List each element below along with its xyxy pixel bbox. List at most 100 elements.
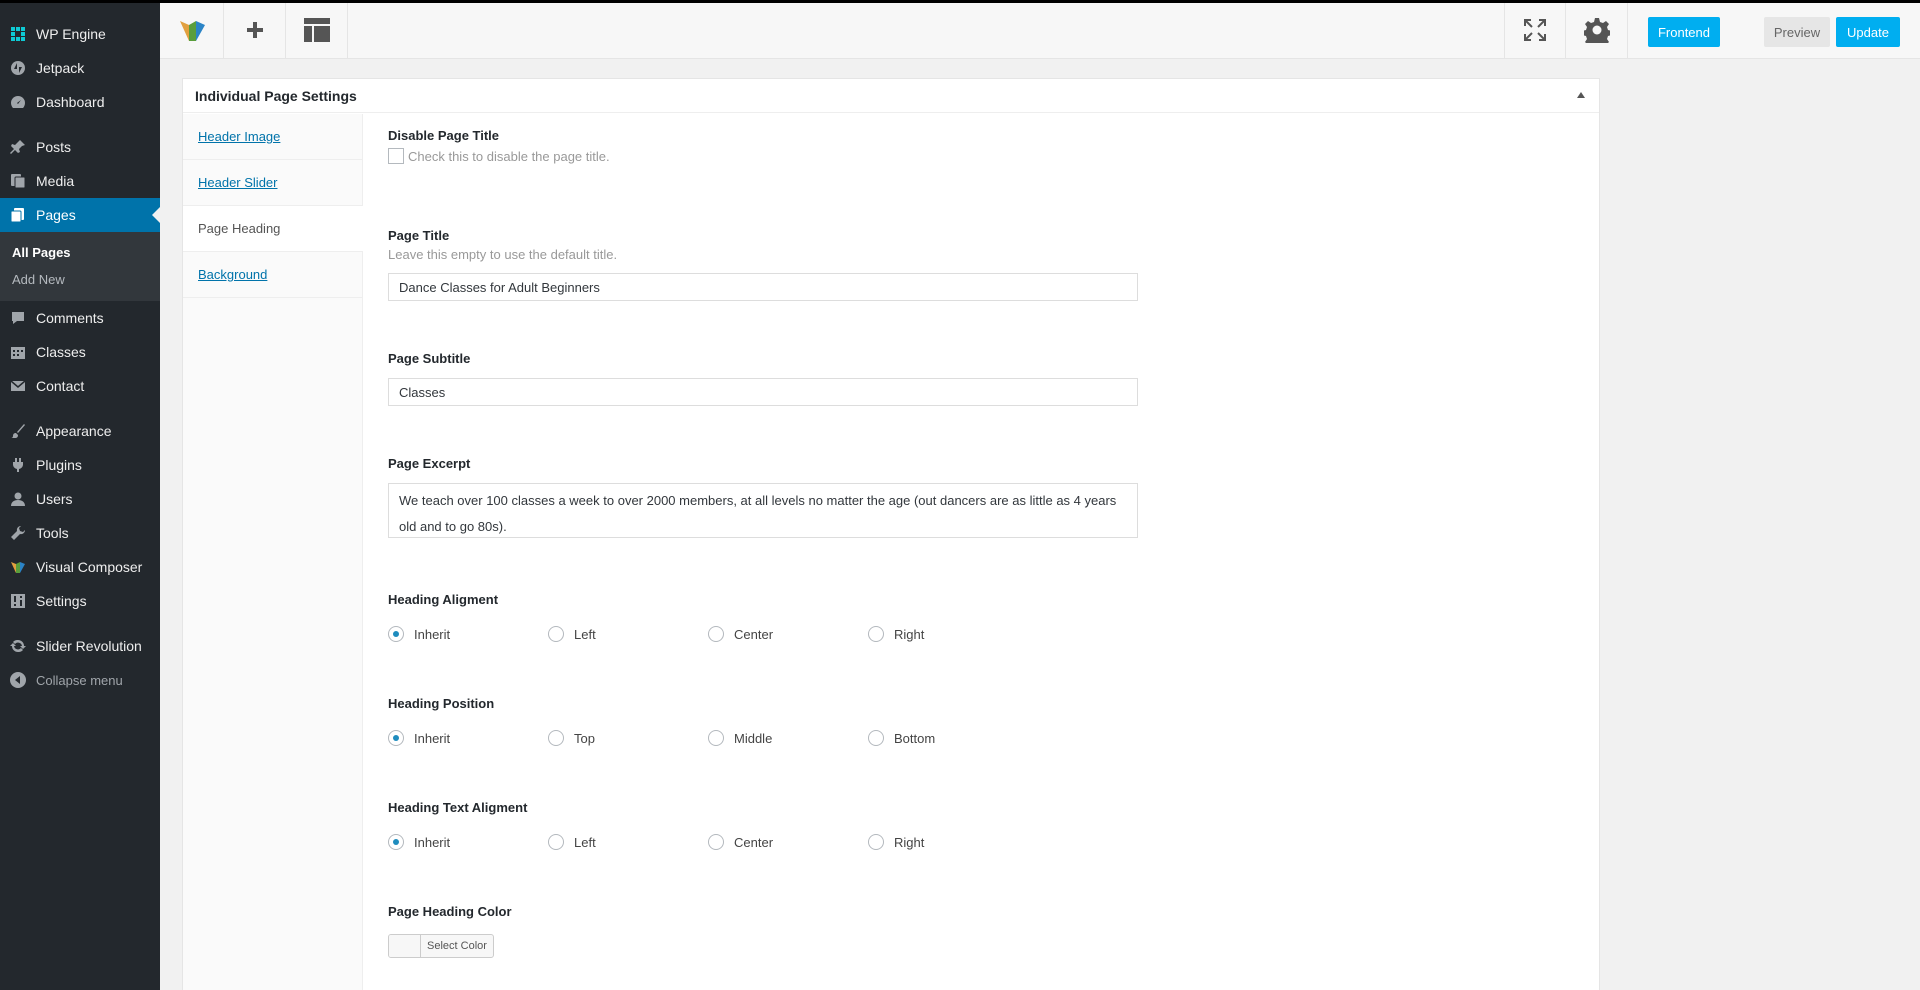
dashboard-icon <box>10 94 26 110</box>
heading-alignment-radios: Inherit Left Center Right <box>388 626 1028 642</box>
radio-button[interactable] <box>388 626 404 642</box>
sidebar-item-classes[interactable]: Classes <box>0 335 160 369</box>
radio-button[interactable] <box>388 834 404 850</box>
sidebar-item-wp-engine[interactable]: WP Engine <box>0 17 160 51</box>
comment-icon <box>10 310 26 326</box>
tab-page-heading[interactable]: Page Heading <box>183 206 363 252</box>
page-settings-button[interactable] <box>1566 3 1628 59</box>
radio-button[interactable] <box>708 730 724 746</box>
sidebar-item-posts[interactable]: Posts <box>0 130 160 164</box>
radio-label: Inherit <box>414 730 451 746</box>
sidebar-item-label: Contact <box>36 378 85 394</box>
radio-label: Center <box>734 834 774 850</box>
sidebar-item-comments[interactable]: Comments <box>0 301 160 335</box>
radio-option-center[interactable]: Center <box>708 626 868 642</box>
radio-button[interactable] <box>548 626 564 642</box>
submenu-item-add-new[interactable]: Add New <box>0 266 160 293</box>
sidebar-item-visual-composer[interactable]: Visual Composer <box>0 550 160 584</box>
sidebar-item-label: Media <box>36 173 75 189</box>
sidebar-item-label: Jetpack <box>36 60 85 76</box>
panel-title: Individual Page Settings <box>195 87 357 104</box>
page-excerpt-label: Page Excerpt <box>388 456 471 471</box>
radio-button[interactable] <box>708 834 724 850</box>
radio-label: Top <box>574 730 595 746</box>
radio-button[interactable] <box>388 730 404 746</box>
radio-option-inherit[interactable]: Inherit <box>388 626 548 642</box>
fullscreen-button[interactable] <box>1504 3 1566 59</box>
wrench-icon <box>10 525 26 541</box>
radio-option-inherit[interactable]: Inherit <box>388 834 548 850</box>
radio-button[interactable] <box>868 626 884 642</box>
submenu-item-all-pages[interactable]: All Pages <box>0 239 160 266</box>
radio-option-right[interactable]: Right <box>868 834 1028 850</box>
sidebar-item-label: Slider Revolution <box>36 638 142 654</box>
page-settings-panel: Individual Page Settings Header Image He… <box>182 78 1600 990</box>
disable-title-checkbox[interactable] <box>388 148 404 164</box>
page-title-input[interactable]: Dance Classes for Adult Beginners <box>388 273 1138 301</box>
grid-icon <box>10 26 26 42</box>
layout-icon <box>303 17 330 45</box>
page-title-label: Page Title <box>388 228 450 243</box>
vc-logo-icon <box>10 559 26 575</box>
sidebar-item-label: Appearance <box>36 423 112 439</box>
radio-option-bottom[interactable]: Bottom <box>868 730 1028 746</box>
sidebar-item-label: Plugins <box>36 457 82 473</box>
heading-text-alignment-radios: Inherit Left Center Right <box>388 834 1028 850</box>
sidebar-item-users[interactable]: Users <box>0 482 160 516</box>
sidebar-item-plugins[interactable]: Plugins <box>0 448 160 482</box>
sidebar-item-jetpack[interactable]: Jetpack <box>0 51 160 85</box>
sidebar-item-label: Classes <box>36 344 86 360</box>
radio-button[interactable] <box>708 626 724 642</box>
radio-label: Left <box>574 626 596 642</box>
radio-option-left[interactable]: Left <box>548 834 708 850</box>
sidebar-item-contact[interactable]: Contact <box>0 369 160 403</box>
radio-label: Left <box>574 834 596 850</box>
sidebar-item-pages[interactable]: Pages <box>0 198 160 232</box>
tab-background[interactable]: Background <box>183 252 362 298</box>
radio-label: Bottom <box>894 730 936 746</box>
radio-label: Center <box>734 626 774 642</box>
sidebar-item-label: Dashboard <box>36 94 105 110</box>
tab-header-image[interactable]: Header Image <box>183 114 362 160</box>
radio-button[interactable] <box>548 730 564 746</box>
radio-option-top[interactable]: Top <box>548 730 708 746</box>
frontend-button[interactable]: Frontend <box>1648 17 1720 47</box>
radio-option-right[interactable]: Right <box>868 626 1028 642</box>
radio-option-middle[interactable]: Middle <box>708 730 868 746</box>
sidebar-item-settings[interactable]: Settings <box>0 584 160 618</box>
collapse-toggle-icon[interactable] <box>1577 92 1585 98</box>
sidebar-item-tools[interactable]: Tools <box>0 516 160 550</box>
sidebar-item-dashboard[interactable]: Dashboard <box>0 85 160 119</box>
radio-option-inherit[interactable]: Inherit <box>388 730 548 746</box>
plug-icon <box>10 457 26 473</box>
disable-title-desc: Check this to disable the page title. <box>408 149 610 164</box>
sidebar-item-label: Posts <box>36 139 72 155</box>
heading-alignment-label: Heading Aligment <box>388 592 499 607</box>
add-element-button[interactable] <box>224 3 286 59</box>
tab-header-slider[interactable]: Header Slider <box>183 160 362 206</box>
select-color-button[interactable]: Select Color <box>388 934 494 958</box>
sidebar-item-slider-revolution[interactable]: Slider Revolution <box>0 629 160 663</box>
heading-color-label: Page Heading Color <box>388 904 512 919</box>
sidebar-item-media[interactable]: Media <box>0 164 160 198</box>
sidebar-item-label: WP Engine <box>36 26 106 42</box>
sidebar-item-appearance[interactable]: Appearance <box>0 414 160 448</box>
radio-label: Inherit <box>414 834 451 850</box>
radio-button[interactable] <box>548 834 564 850</box>
settings-tabs: Header Image Header Slider Page Heading … <box>183 114 363 990</box>
update-button[interactable]: Update <box>1836 17 1900 47</box>
radio-button[interactable] <box>868 730 884 746</box>
user-icon <box>10 491 26 507</box>
brush-icon <box>10 423 26 439</box>
radio-button[interactable] <box>868 834 884 850</box>
page-excerpt-textarea[interactable]: We teach over 100 classes a week to over… <box>388 483 1138 538</box>
preview-button[interactable]: Preview <box>1764 17 1830 47</box>
calendar-icon <box>10 344 26 360</box>
page-subtitle-input[interactable]: Classes <box>388 378 1138 406</box>
vc-logo-button[interactable] <box>160 3 224 59</box>
radio-option-center[interactable]: Center <box>708 834 868 850</box>
templates-button[interactable] <box>286 3 348 59</box>
collapse-menu-button[interactable]: Collapse menu <box>0 663 160 697</box>
radio-option-left[interactable]: Left <box>548 626 708 642</box>
collapse-icon <box>10 672 26 688</box>
